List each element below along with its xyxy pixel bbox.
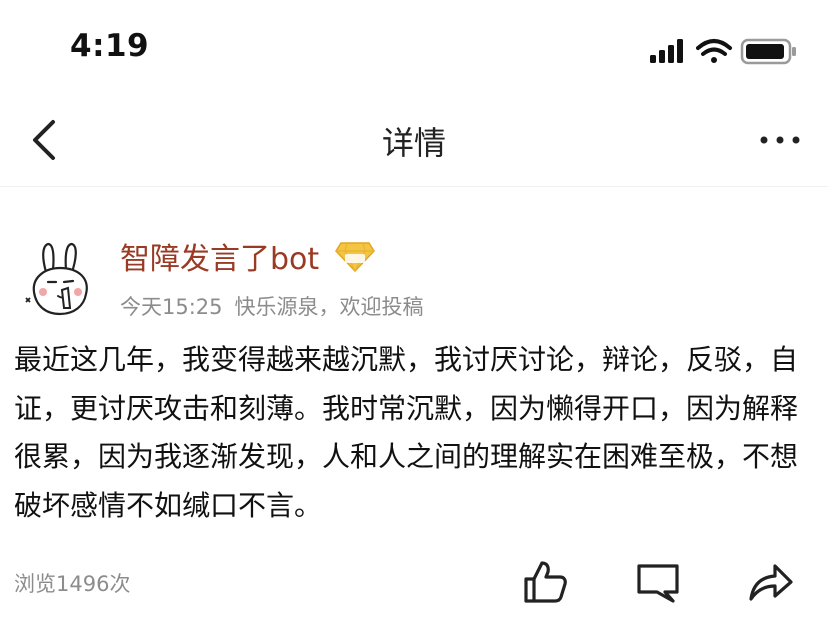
post-header: 智障发言了bot 今天15:25 快乐源泉，欢迎投稿 bbox=[0, 228, 828, 324]
status-icons bbox=[650, 38, 796, 65]
avatar[interactable] bbox=[20, 238, 102, 320]
post-time: 今天15:25 bbox=[120, 295, 223, 319]
post-source: 快乐源泉，欢迎投稿 bbox=[234, 295, 424, 319]
post-body: 最近这几年，我变得越来越沉默，我讨厌讨论，辩论，反驳，自证，更讨厌攻击和刻薄。我… bbox=[14, 343, 799, 522]
author-name[interactable]: 智障发言了bot bbox=[120, 234, 319, 278]
status-time: 4:19 bbox=[70, 28, 150, 64]
author-row: 智障发言了bot bbox=[120, 234, 376, 278]
diamond-level-icon bbox=[335, 242, 376, 273]
more-button[interactable] bbox=[752, 120, 808, 160]
comment-icon bbox=[637, 564, 679, 603]
nav-bar: 详情 bbox=[0, 96, 828, 187]
more-icon bbox=[760, 136, 800, 144]
post-footer: 浏览1496次 bbox=[0, 550, 828, 614]
wifi-icon bbox=[696, 39, 732, 63]
page-title: 详情 bbox=[381, 124, 446, 162]
like-button[interactable] bbox=[519, 556, 571, 608]
post-meta: 今天15:25 快乐源泉，欢迎投稿 bbox=[120, 291, 424, 321]
like-icon bbox=[524, 561, 567, 603]
share-icon bbox=[749, 564, 793, 601]
comment-button[interactable] bbox=[632, 556, 684, 608]
battery-icon bbox=[740, 38, 796, 65]
view-count: 浏览1496次 bbox=[14, 572, 131, 596]
signal-icon bbox=[650, 39, 683, 63]
status-bar: 4:19 bbox=[0, 0, 828, 96]
share-button[interactable] bbox=[744, 556, 796, 608]
